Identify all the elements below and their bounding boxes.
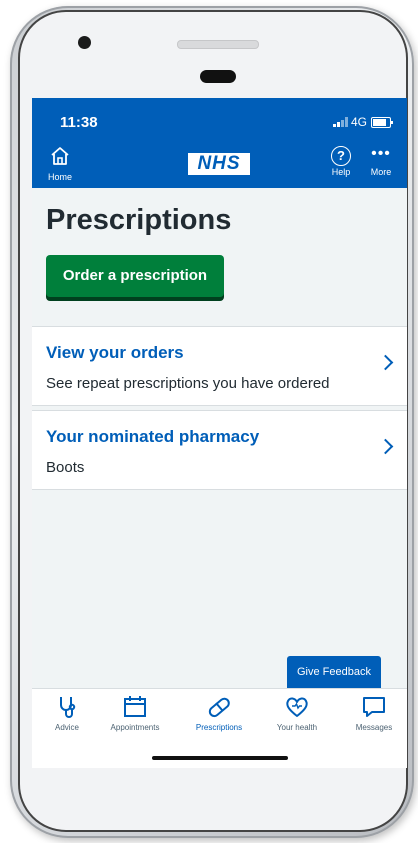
more-button[interactable]: ••• More [366, 145, 396, 178]
home-indicator [152, 756, 288, 760]
front-camera [78, 36, 91, 49]
home-icon [51, 147, 69, 165]
tab-messages[interactable]: Messages [339, 693, 407, 732]
tab-label: Advice [54, 723, 79, 732]
status-time: 11:38 [60, 114, 98, 131]
message-icon [363, 697, 385, 717]
tab-advice[interactable]: Advice [32, 693, 102, 732]
card-title[interactable]: Your nominated pharmacy [46, 427, 259, 447]
card-description: Boots [46, 459, 85, 476]
help-label: Help [331, 167, 351, 177]
more-dots-icon: ••• [371, 145, 391, 162]
nhs-logo: NHS [188, 153, 250, 175]
home-button[interactable]: Home [46, 146, 74, 182]
order-prescription-button[interactable]: Order a prescription [46, 255, 224, 297]
app-header: 11:38 4G Home NHS ? Help ••• More [32, 98, 407, 188]
give-feedback-button[interactable]: Give Feedback [287, 656, 381, 688]
heart-icon [286, 697, 308, 717]
pill-icon [208, 697, 230, 718]
card-title[interactable]: View your orders [46, 343, 184, 363]
chevron-right-icon [377, 438, 394, 455]
proximity-sensor [200, 70, 236, 83]
stethoscope-icon [60, 697, 76, 718]
card-description: See repeat prescriptions you have ordere… [46, 375, 330, 392]
chevron-right-icon [377, 354, 394, 371]
status-indicators: 4G [332, 115, 393, 129]
help-icon: ? [331, 146, 351, 166]
earpiece-speaker [177, 40, 259, 49]
calendar-icon [124, 696, 146, 717]
tab-label: Messages [355, 723, 393, 732]
battery-icon [371, 116, 393, 128]
tab-label: Appointments [110, 723, 160, 732]
tab-your-health[interactable]: Your health [262, 693, 332, 732]
tab-prescriptions[interactable]: Prescriptions [184, 693, 254, 732]
more-label: More [370, 167, 392, 177]
tab-label: Prescriptions [195, 723, 243, 732]
app-screen: 11:38 4G Home NHS ? Help ••• More Prescr… [32, 98, 407, 768]
help-button[interactable]: ? Help [327, 146, 355, 177]
network-type: 4G [350, 115, 367, 129]
signal-icon [332, 117, 348, 127]
nominated-pharmacy-card[interactable]: Your nominated pharmacy Boots [32, 410, 407, 490]
bottom-tab-bar: Advice Appointments Prescriptions Your h… [32, 688, 407, 768]
tab-label: Your health [276, 723, 318, 732]
home-label: Home [47, 172, 72, 182]
view-orders-card[interactable]: View your orders See repeat prescription… [32, 326, 407, 406]
page-title: Prescriptions [46, 204, 232, 236]
tab-appointments[interactable]: Appointments [100, 693, 170, 732]
